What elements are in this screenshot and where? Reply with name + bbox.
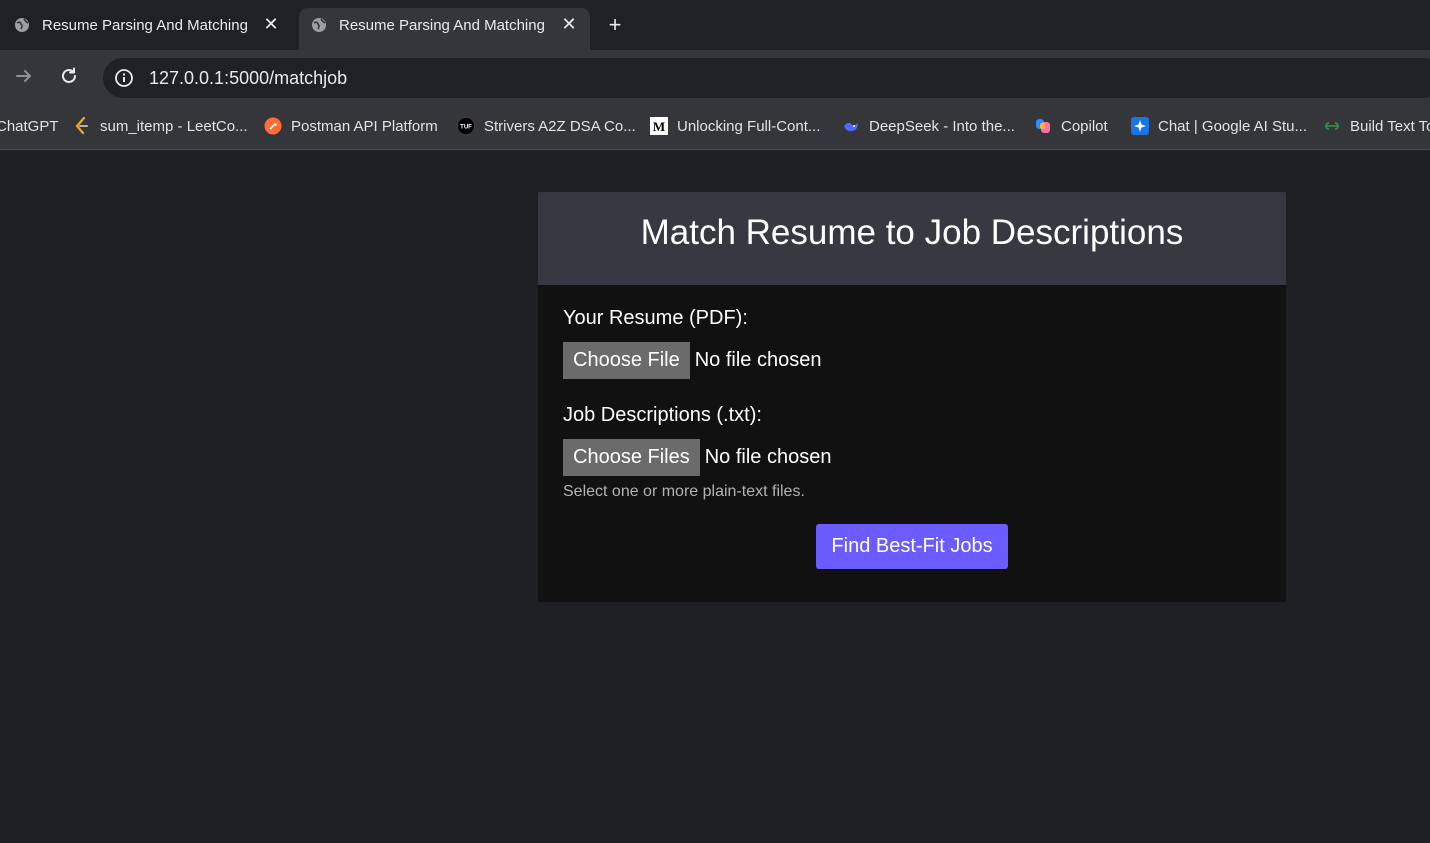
browser-toolbar: 127.0.0.1:5000/matchjob [0,50,1430,102]
url-text[interactable]: 127.0.0.1:5000/matchjob [149,68,347,89]
bookmark-label: Build Text To [1350,117,1430,135]
jobs-file-status: No file chosen [704,446,832,468]
site-info-icon[interactable] [113,67,135,89]
bookmark-chatgpt[interactable]: ChatGPT [0,116,59,136]
google-ai-studio-icon [1131,117,1149,135]
leetcode-icon [73,117,91,135]
bookmark-label: Chat | Google AI Stu... [1158,117,1307,135]
bookmark-label: Strivers A2Z DSA Co... [484,117,636,135]
bookmark-gfg[interactable]: Build Text To [1323,116,1430,136]
postman-icon [264,117,282,135]
bookmarks-bar: ChatGPT sum_itemp - LeetCo... Postman AP… [0,102,1430,150]
svg-text:M: M [653,119,665,134]
bookmark-label: DeepSeek - Into the... [869,117,1015,135]
find-best-fit-jobs-button[interactable]: Find Best-Fit Jobs [816,524,1008,569]
new-tab-icon[interactable]: + [603,12,627,37]
globe-icon [311,17,327,33]
gfg-icon [1323,117,1341,135]
address-bar[interactable]: 127.0.0.1:5000/matchjob [103,58,1430,98]
bookmark-label: ChatGPT [0,117,59,135]
globe-icon [14,17,30,33]
tab-title: Resume Parsing And Matching [339,17,545,34]
bookmark-deepseek[interactable]: DeepSeek - Into the... [842,116,1015,136]
resume-file-status: No file chosen [694,349,822,371]
bookmark-label: sum_itemp - LeetCo... [100,117,248,135]
resume-file-input[interactable]: Choose File No file chosen [563,342,821,379]
copilot-icon [1034,117,1052,135]
forward-icon[interactable] [12,64,36,88]
deepseek-icon [842,117,860,135]
tuf-icon: TUF [457,117,475,135]
choose-file-button[interactable]: Choose File [563,342,690,379]
close-tab-icon[interactable]: ✕ [260,13,282,35]
bookmark-medium[interactable]: M Unlocking Full-Cont... [650,116,820,136]
job-descriptions-label: Job Descriptions (.txt): [563,404,762,426]
choose-files-button[interactable]: Choose Files [563,439,700,476]
bookmark-copilot[interactable]: Copilot [1034,116,1108,136]
browser-tab-active[interactable]: Resume Parsing And Matching ✕ [299,8,590,50]
page-title: Match Resume to Job Descriptions [640,212,1184,252]
resume-label: Your Resume (PDF): [563,307,748,329]
job-descriptions-hint: Select one or more plain-text files. [563,483,805,500]
browser-tab[interactable]: Resume Parsing And Matching ✕ [0,8,296,50]
match-card: Match Resume to Job Descriptions Your Re… [538,192,1286,602]
reload-icon[interactable] [57,64,81,88]
bookmark-label: Unlocking Full-Cont... [677,117,821,135]
tab-title: Resume Parsing And Matching [42,17,248,34]
card-header: Match Resume to Job Descriptions [538,192,1286,285]
medium-icon: M [650,117,668,135]
bookmark-google-ai-studio[interactable]: Chat | Google AI Stu... [1131,116,1307,136]
bookmark-postman[interactable]: Postman API Platform [264,116,438,136]
job-descriptions-file-input[interactable]: Choose Files No file chosen [563,439,831,476]
close-tab-icon[interactable]: ✕ [558,13,580,35]
bookmark-label: Postman API Platform [291,117,438,135]
bookmark-leetcode[interactable]: sum_itemp - LeetCo... [73,116,248,136]
bookmark-strivers[interactable]: TUF Strivers A2Z DSA Co... [457,116,636,136]
bookmark-label: Copilot [1061,117,1108,135]
tab-strip: Resume Parsing And Matching ✕ Resume Par… [0,0,1430,50]
svg-text:TUF: TUF [460,125,472,131]
